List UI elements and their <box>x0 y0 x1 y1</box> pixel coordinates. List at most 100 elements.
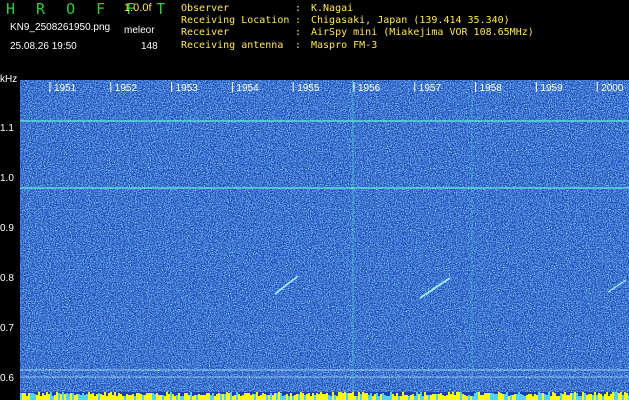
level-bar-segment <box>422 396 424 400</box>
level-bar-segment <box>570 393 572 400</box>
level-bar-segment <box>464 395 466 400</box>
level-bar-segment <box>196 395 198 400</box>
level-bar-segment <box>602 396 604 400</box>
noise-layer-bright <box>20 80 629 392</box>
level-bar-segment <box>156 393 158 400</box>
level-bar-segment <box>260 395 262 400</box>
level-bar-segment <box>434 394 436 400</box>
level-bar-segment <box>338 392 340 400</box>
level-bar-segment <box>572 393 574 400</box>
level-bar-segment <box>480 395 482 400</box>
level-bar-segment <box>150 393 152 400</box>
level-bar-segment <box>484 393 486 400</box>
level-bar-segment <box>266 395 268 400</box>
level-bar-segment <box>224 394 226 400</box>
level-bar-segment <box>108 393 110 400</box>
level-bar-segment <box>272 395 274 400</box>
spectrogram-canvas: 1951 1952 1953 1954 1955 1956 1957 1958 1959 2000 <box>20 80 629 400</box>
level-bar-segment <box>396 393 398 400</box>
level-bar-segment <box>302 393 304 400</box>
level-bar-segment <box>452 392 454 400</box>
level-bar-segment <box>70 393 72 400</box>
level-bar-segment <box>478 392 480 400</box>
level-bar-segment <box>146 393 148 400</box>
level-bar-segment <box>428 395 430 400</box>
level-bar-segment <box>456 392 458 400</box>
level-bar-segment <box>382 393 384 400</box>
level-bar-segment <box>384 395 386 400</box>
level-bar-segment <box>296 394 298 400</box>
level-bar-segment <box>308 393 310 400</box>
level-bar-segment <box>240 396 242 400</box>
level-bar-segment <box>426 395 428 400</box>
level-bar-segment <box>20 393 22 400</box>
level-bar-segment <box>74 395 76 400</box>
level-bar-segment <box>600 394 602 400</box>
level-bar-segment <box>400 396 402 400</box>
level-bar-segment <box>362 392 364 400</box>
level-bar-segment <box>304 395 306 400</box>
level-bar-segment <box>390 392 392 400</box>
level-bar-segment <box>32 393 34 400</box>
level-bar-segment <box>448 392 450 400</box>
level-bar-segment <box>490 393 492 400</box>
level-bar-segment <box>22 393 24 400</box>
level-bar-segment <box>392 394 394 400</box>
info-key: Receiving Location <box>181 15 290 27</box>
level-bar-segment <box>578 396 580 400</box>
info-value: K.Nagai <box>311 3 354 14</box>
level-bar-segment <box>470 396 472 400</box>
level-bar-segment <box>142 395 144 400</box>
level-bar-segment <box>34 394 36 400</box>
level-bar-segment <box>242 395 244 400</box>
x-tick-label: 1952 <box>115 83 138 94</box>
level-bar-segment <box>246 393 248 400</box>
version-label: 1.0.0f <box>124 2 152 14</box>
level-bar-segment <box>424 392 426 400</box>
level-bar-segment <box>44 395 46 400</box>
level-bar-segment <box>358 392 360 400</box>
level-bar-segment <box>132 394 134 400</box>
level-bar-segment <box>42 393 44 400</box>
level-bar-segment <box>256 392 258 400</box>
level-bar-segment <box>174 396 176 400</box>
level-bar-segment <box>590 394 592 400</box>
level-bar-segment <box>82 393 84 400</box>
level-bar-segment <box>520 394 522 400</box>
level-bar-segment <box>458 392 460 400</box>
level-bar-segment <box>420 392 422 400</box>
mode-label: meleor <box>124 25 155 36</box>
x-tick-label: 1959 <box>540 83 563 94</box>
level-bar-segment <box>522 395 524 400</box>
level-bar-segment <box>330 396 332 400</box>
level-bar-segment <box>176 395 178 400</box>
level-bar-segment <box>410 395 412 400</box>
level-bar-segment <box>220 394 222 400</box>
level-bar-segment <box>432 394 434 400</box>
level-bar-segment <box>204 395 206 400</box>
x-tick-label: 1954 <box>236 83 259 94</box>
level-bar-segment <box>336 396 338 400</box>
level-bar-segment <box>36 395 38 400</box>
level-bar-segment <box>460 392 462 400</box>
level-bar-segment <box>56 392 58 400</box>
level-bar-segment <box>380 394 382 400</box>
level-bar-segment <box>512 395 514 400</box>
level-bar-segment <box>476 392 478 400</box>
level-bar-segment <box>154 394 156 400</box>
level-bar-segment <box>166 392 168 400</box>
level-bar-segment <box>238 394 240 400</box>
level-bar-segment <box>276 393 278 400</box>
level-bar-segment <box>544 394 546 400</box>
level-bar-segment <box>138 393 140 400</box>
level-bar-segment <box>516 394 518 400</box>
level-bar-segment <box>386 396 388 400</box>
level-bar-segment <box>592 395 594 400</box>
level-bar-segment <box>530 394 532 400</box>
level-bar-segment <box>232 396 234 400</box>
level-bar-segment <box>408 396 410 400</box>
info-key: Observer <box>181 3 230 14</box>
level-bar-segment <box>236 392 238 400</box>
level-bar-segment <box>620 392 622 400</box>
level-bar-segment <box>278 392 280 400</box>
